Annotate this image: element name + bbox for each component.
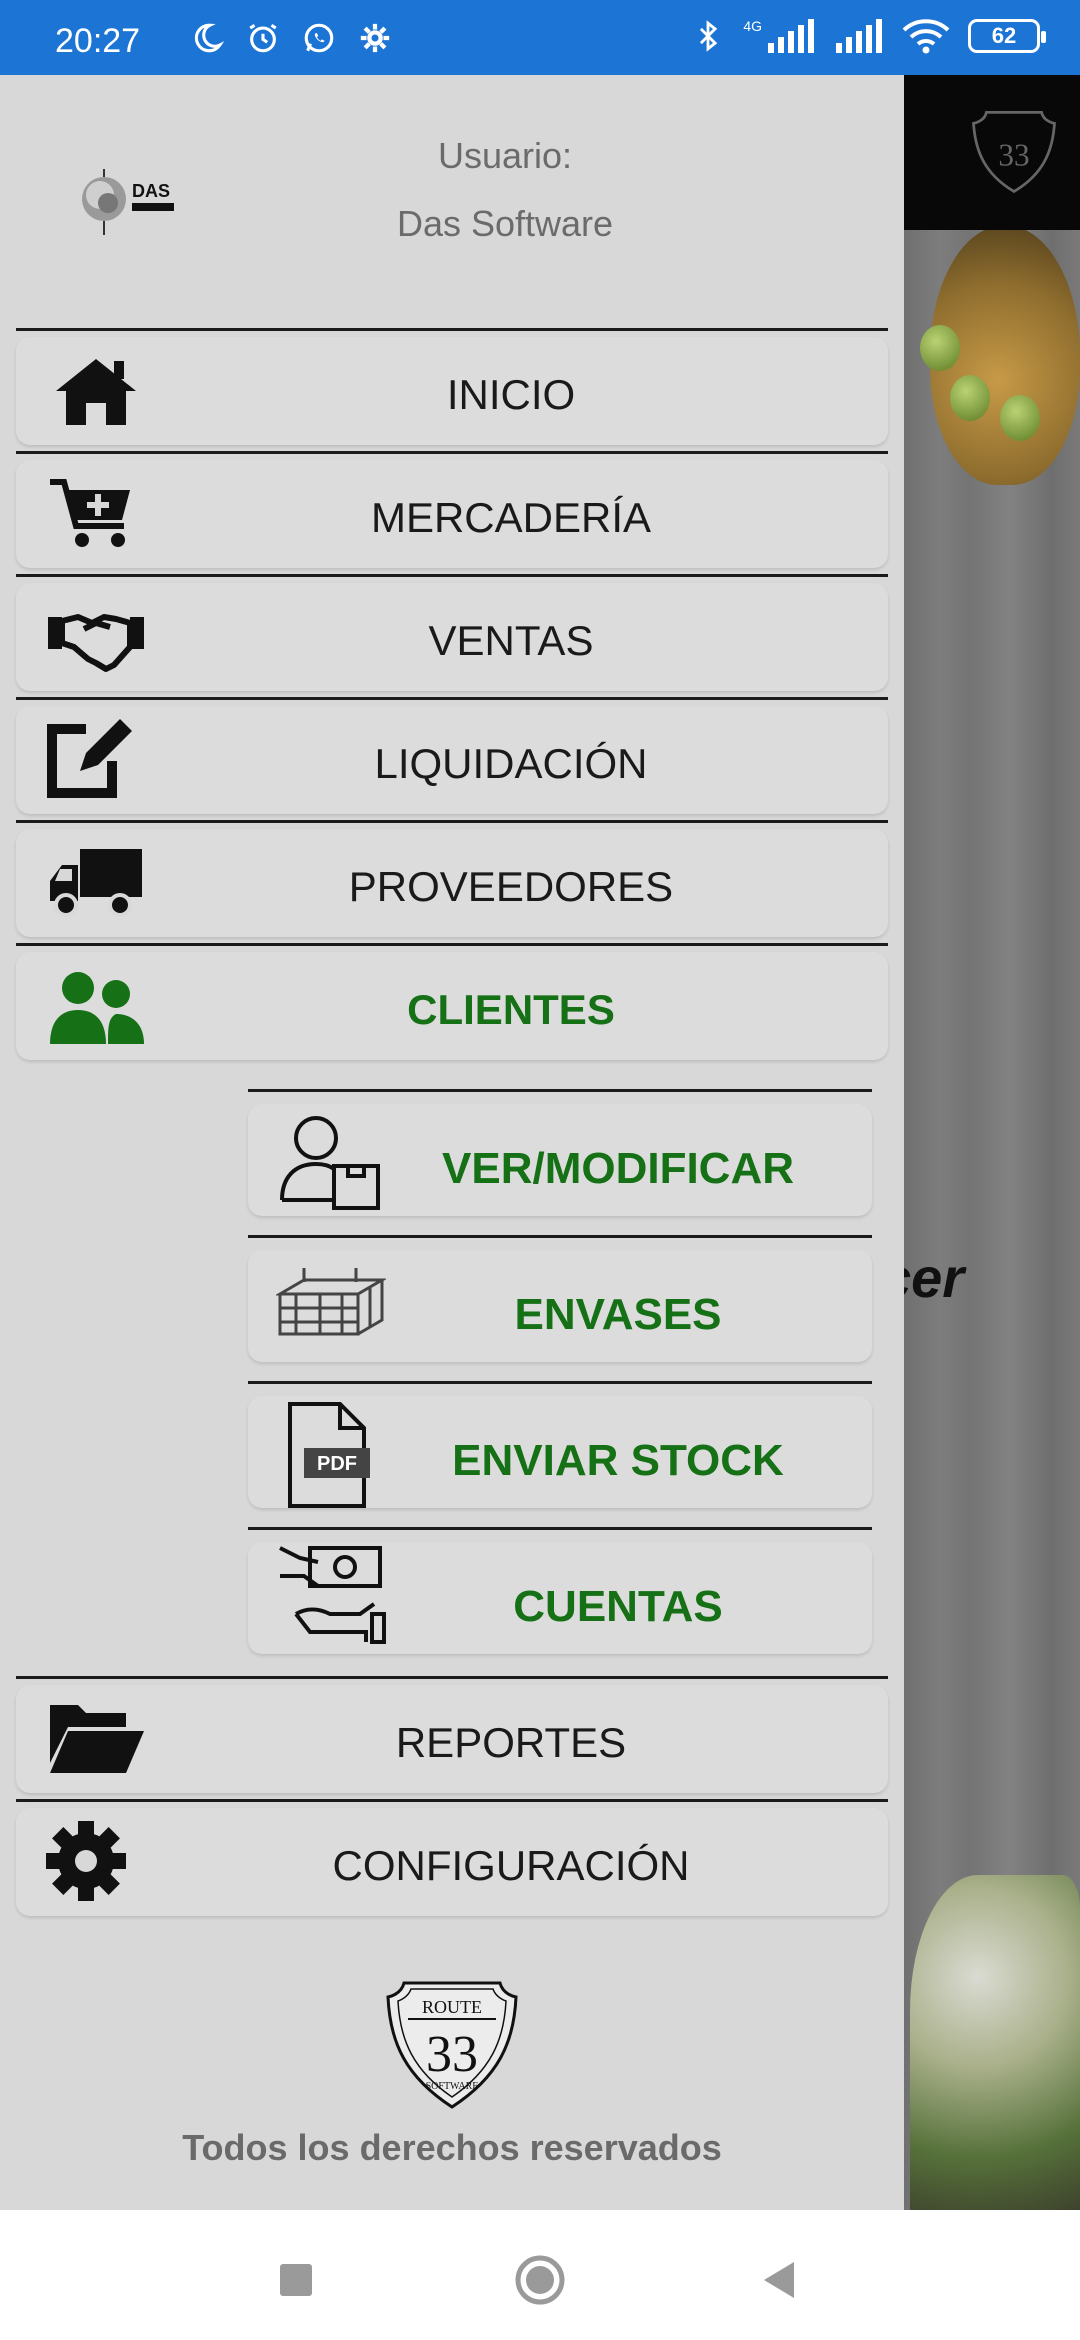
menu-item-configuracion[interactable]: CONFIGURACIÓN — [16, 1799, 888, 1921]
footer-logo-line3: SOFTWARE — [426, 2081, 479, 2092]
alarm-icon — [249, 23, 277, 53]
home-icon — [56, 359, 136, 425]
folder-open-icon — [50, 1705, 144, 1773]
submenu-label: ENVASES — [514, 1290, 722, 1339]
pdf-icon: PDF — [288, 1402, 370, 1508]
user-label: Usuario: — [437, 135, 573, 176]
moon-icon — [194, 23, 224, 53]
whatsapp-icon — [304, 23, 334, 53]
home-button[interactable] — [510, 2250, 570, 2310]
money-hand-icon — [279, 1546, 386, 1644]
submenu-label: VER/MODIFICAR — [442, 1144, 794, 1193]
user-name: Das Software — [396, 203, 614, 244]
menu-item-liquidacion[interactable]: LIQUIDACIÓN — [16, 697, 888, 819]
menu-label: INICIO — [446, 371, 576, 418]
vegetables-image — [910, 1875, 1080, 2210]
gear-icon — [46, 1821, 126, 1901]
navigation-drawer: DAS Usuario: Das Software INICIO MERCADE… — [0, 75, 904, 2210]
navigation-bar — [0, 2210, 1080, 2340]
grape-image — [920, 325, 960, 371]
truck-icon — [50, 849, 142, 917]
menu-label: PROVEEDORES — [348, 863, 674, 910]
submenu-item-cuentas[interactable]: CUENTAS — [248, 1527, 872, 1673]
grape-image — [1000, 395, 1040, 441]
menu-item-ventas[interactable]: VENTAS — [16, 574, 888, 696]
status-bar: 20:27 4G 62 — [0, 0, 1080, 75]
menu-item-proveedores[interactable]: PROVEEDORES — [16, 820, 888, 942]
submenu-item-ver-modificar[interactable]: VER/MODIFICAR — [248, 1089, 872, 1235]
route33-logo: 33 — [972, 110, 1056, 194]
signal-icon — [836, 19, 882, 53]
menu-item-reportes[interactable]: REPORTES — [16, 1676, 888, 1798]
submenu-label: ENVIAR STOCK — [452, 1436, 784, 1485]
menu-label: CLIENTES — [407, 986, 615, 1033]
menu-item-clientes[interactable]: CLIENTES — [16, 943, 888, 1065]
status-time: 20:27 — [55, 22, 141, 60]
route33-logo: ROUTE 33 SOFTWARE — [386, 1981, 518, 2109]
grape-image — [950, 375, 990, 421]
submenu-item-enviar-stock[interactable]: PDF ENVIAR STOCK — [248, 1381, 872, 1527]
user-header: DAS Usuario: Das Software — [0, 75, 904, 330]
footer-logo-line1: ROUTE — [422, 1997, 482, 2017]
handshake-icon — [48, 614, 144, 672]
recents-button[interactable] — [266, 2250, 326, 2310]
footer-copyright: Todos los derechos reservados — [182, 2127, 722, 2168]
battery-level: 62 — [991, 23, 1017, 48]
wifi-icon — [902, 19, 950, 54]
battery-icon: 62 — [968, 19, 1046, 53]
pdf-icon-text: PDF — [317, 1453, 357, 1475]
user-box-icon — [280, 1116, 380, 1210]
edit-icon — [47, 719, 132, 798]
das-logo-text: DAS — [132, 181, 170, 201]
menu-label: LIQUIDACIÓN — [374, 740, 648, 787]
network-type: 4G — [743, 18, 762, 34]
menu-item-inicio[interactable]: INICIO — [16, 328, 888, 450]
menu-item-mercaderia[interactable]: MERCADERÍA — [16, 451, 888, 573]
back-button[interactable] — [750, 2250, 810, 2310]
svg-text:33: 33 — [998, 138, 1029, 173]
signal-icon — [768, 19, 814, 53]
settings-icon — [360, 23, 390, 53]
submenu-label: CUENTAS — [513, 1582, 723, 1631]
crate-icon — [276, 1268, 386, 1336]
menu-label: VENTAS — [428, 617, 594, 664]
menu-label: MERCADERÍA — [370, 494, 652, 541]
users-icon — [50, 972, 144, 1044]
bluetooth-icon — [700, 20, 718, 52]
footer-logo-line2: 33 — [426, 2026, 478, 2083]
menu-label: REPORTES — [395, 1719, 627, 1766]
menu-label: CONFIGURACIÓN — [332, 1842, 690, 1889]
submenu-item-envases[interactable]: ENVASES — [248, 1235, 872, 1381]
cart-add-icon — [50, 479, 130, 547]
das-logo: DAS — [82, 169, 174, 235]
